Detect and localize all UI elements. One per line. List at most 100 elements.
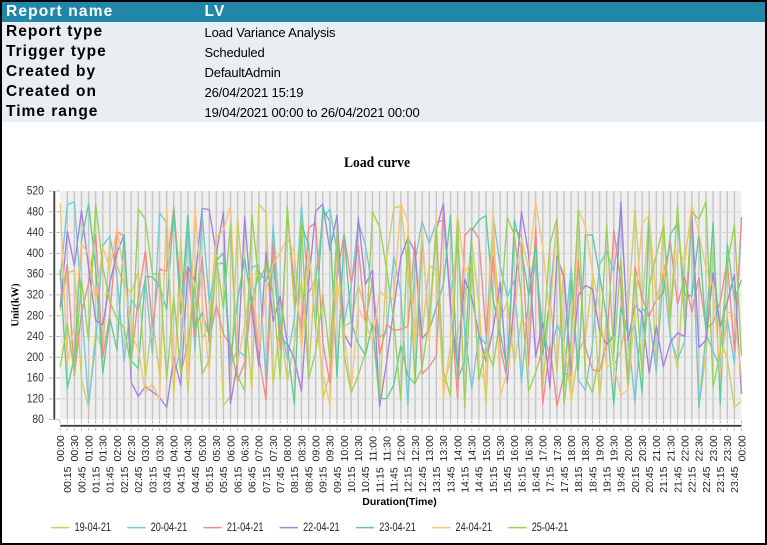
svg-text:21:15: 21:15 bbox=[658, 466, 670, 492]
svg-text:12:00: 12:00 bbox=[396, 435, 408, 461]
svg-text:320: 320 bbox=[27, 290, 44, 302]
svg-text:00:00: 00:00 bbox=[736, 435, 748, 461]
svg-text:16:30: 16:30 bbox=[523, 435, 535, 461]
svg-text:19:15: 19:15 bbox=[601, 466, 613, 492]
svg-text:19:45: 19:45 bbox=[616, 466, 628, 492]
svg-text:19:30: 19:30 bbox=[609, 435, 621, 461]
svg-text:440: 440 bbox=[27, 227, 44, 239]
svg-text:18:30: 18:30 bbox=[580, 435, 592, 461]
svg-text:00:30: 00:30 bbox=[69, 435, 81, 461]
svg-text:16:15: 16:15 bbox=[516, 466, 528, 492]
svg-text:10:15: 10:15 bbox=[346, 466, 358, 492]
svg-text:08:15: 08:15 bbox=[289, 466, 301, 492]
svg-text:22-04-21: 22-04-21 bbox=[303, 520, 340, 534]
svg-text:160: 160 bbox=[27, 373, 44, 385]
svg-text:520: 520 bbox=[27, 186, 44, 198]
svg-text:08:30: 08:30 bbox=[296, 435, 308, 461]
svg-text:120: 120 bbox=[27, 393, 44, 405]
svg-text:21:45: 21:45 bbox=[672, 466, 684, 492]
svg-text:09:45: 09:45 bbox=[332, 466, 344, 492]
svg-text:11:45: 11:45 bbox=[389, 467, 401, 493]
svg-text:13:30: 13:30 bbox=[438, 435, 450, 461]
svg-text:05:45: 05:45 bbox=[218, 466, 230, 492]
svg-text:360: 360 bbox=[27, 269, 44, 281]
svg-text:02:30: 02:30 bbox=[126, 435, 138, 461]
svg-text:23-04-21: 23-04-21 bbox=[379, 520, 416, 534]
svg-text:Duration(Time): Duration(Time) bbox=[362, 496, 436, 508]
svg-text:15:00: 15:00 bbox=[481, 435, 493, 461]
svg-text:14:15: 14:15 bbox=[460, 466, 472, 492]
svg-text:17:15: 17:15 bbox=[545, 466, 557, 492]
svg-text:22:30: 22:30 bbox=[694, 435, 706, 461]
svg-text:23:00: 23:00 bbox=[708, 435, 720, 461]
svg-text:06:45: 06:45 bbox=[247, 466, 259, 492]
svg-text:03:30: 03:30 bbox=[154, 435, 166, 461]
svg-text:07:15: 07:15 bbox=[261, 466, 273, 492]
svg-text:12:15: 12:15 bbox=[403, 466, 415, 492]
svg-text:22:45: 22:45 bbox=[701, 466, 713, 492]
svg-text:14:30: 14:30 bbox=[467, 435, 479, 461]
svg-text:10:00: 10:00 bbox=[339, 435, 351, 461]
svg-text:Load curve: Load curve bbox=[344, 155, 410, 171]
svg-text:04:00: 04:00 bbox=[169, 435, 181, 461]
svg-text:07:30: 07:30 bbox=[268, 435, 280, 461]
svg-text:15:45: 15:45 bbox=[502, 466, 514, 492]
svg-text:12:45: 12:45 bbox=[417, 466, 429, 492]
svg-text:25-04-21: 25-04-21 bbox=[532, 520, 569, 534]
svg-text:80: 80 bbox=[32, 414, 43, 426]
svg-text:20:30: 20:30 bbox=[637, 435, 649, 461]
svg-text:11:15: 11:15 bbox=[374, 467, 386, 493]
svg-text:14:00: 14:00 bbox=[452, 435, 464, 461]
svg-text:24-04-21: 24-04-21 bbox=[456, 520, 493, 534]
svg-text:06:00: 06:00 bbox=[225, 435, 237, 461]
svg-text:05:00: 05:00 bbox=[197, 435, 209, 461]
svg-text:00:15: 00:15 bbox=[62, 466, 74, 492]
svg-text:22:00: 22:00 bbox=[680, 435, 692, 461]
svg-text:13:45: 13:45 bbox=[445, 466, 457, 492]
svg-text:10:45: 10:45 bbox=[360, 466, 372, 492]
svg-text:03:15: 03:15 bbox=[147, 466, 159, 492]
svg-text:07:00: 07:00 bbox=[254, 435, 266, 461]
svg-text:18:45: 18:45 bbox=[587, 466, 599, 492]
svg-text:17:45: 17:45 bbox=[559, 466, 571, 492]
svg-text:11:30: 11:30 bbox=[381, 436, 393, 462]
svg-text:20-04-21: 20-04-21 bbox=[151, 520, 188, 534]
svg-text:Unit(kW): Unit(kW) bbox=[11, 283, 22, 327]
svg-text:02:00: 02:00 bbox=[112, 435, 124, 461]
svg-text:280: 280 bbox=[27, 310, 44, 322]
svg-text:480: 480 bbox=[27, 206, 44, 218]
svg-text:19-04-21: 19-04-21 bbox=[75, 520, 112, 534]
svg-text:14:45: 14:45 bbox=[474, 466, 486, 492]
svg-text:02:15: 02:15 bbox=[119, 466, 131, 492]
svg-text:01:15: 01:15 bbox=[90, 466, 102, 492]
svg-text:12:30: 12:30 bbox=[410, 435, 422, 461]
svg-text:15:30: 15:30 bbox=[495, 435, 507, 461]
svg-text:11:00: 11:00 bbox=[367, 436, 379, 462]
svg-text:04:45: 04:45 bbox=[190, 466, 202, 492]
svg-text:21:30: 21:30 bbox=[665, 435, 677, 461]
svg-text:01:30: 01:30 bbox=[98, 435, 110, 461]
svg-text:200: 200 bbox=[27, 352, 44, 364]
svg-text:07:45: 07:45 bbox=[275, 466, 287, 492]
svg-text:03:00: 03:00 bbox=[140, 435, 152, 461]
svg-text:13:00: 13:00 bbox=[424, 435, 436, 461]
svg-text:10:30: 10:30 bbox=[353, 435, 365, 461]
svg-text:23:45: 23:45 bbox=[729, 466, 741, 492]
svg-text:00:45: 00:45 bbox=[76, 466, 88, 492]
svg-text:01:00: 01:00 bbox=[83, 435, 95, 461]
svg-text:00:00: 00:00 bbox=[55, 435, 67, 461]
svg-text:20:15: 20:15 bbox=[630, 466, 642, 492]
svg-text:05:30: 05:30 bbox=[211, 435, 223, 461]
svg-text:15:15: 15:15 bbox=[488, 466, 500, 492]
svg-text:22:15: 22:15 bbox=[687, 466, 699, 492]
svg-text:04:30: 04:30 bbox=[183, 435, 195, 461]
svg-text:01:45: 01:45 bbox=[105, 466, 117, 492]
svg-text:21:00: 21:00 bbox=[651, 435, 663, 461]
svg-text:23:30: 23:30 bbox=[722, 435, 734, 461]
svg-text:02:45: 02:45 bbox=[133, 466, 145, 492]
svg-text:17:00: 17:00 bbox=[538, 435, 550, 461]
svg-text:18:15: 18:15 bbox=[573, 466, 585, 492]
svg-text:17:30: 17:30 bbox=[552, 435, 564, 461]
svg-text:03:45: 03:45 bbox=[161, 466, 173, 492]
svg-text:23:15: 23:15 bbox=[715, 466, 727, 492]
